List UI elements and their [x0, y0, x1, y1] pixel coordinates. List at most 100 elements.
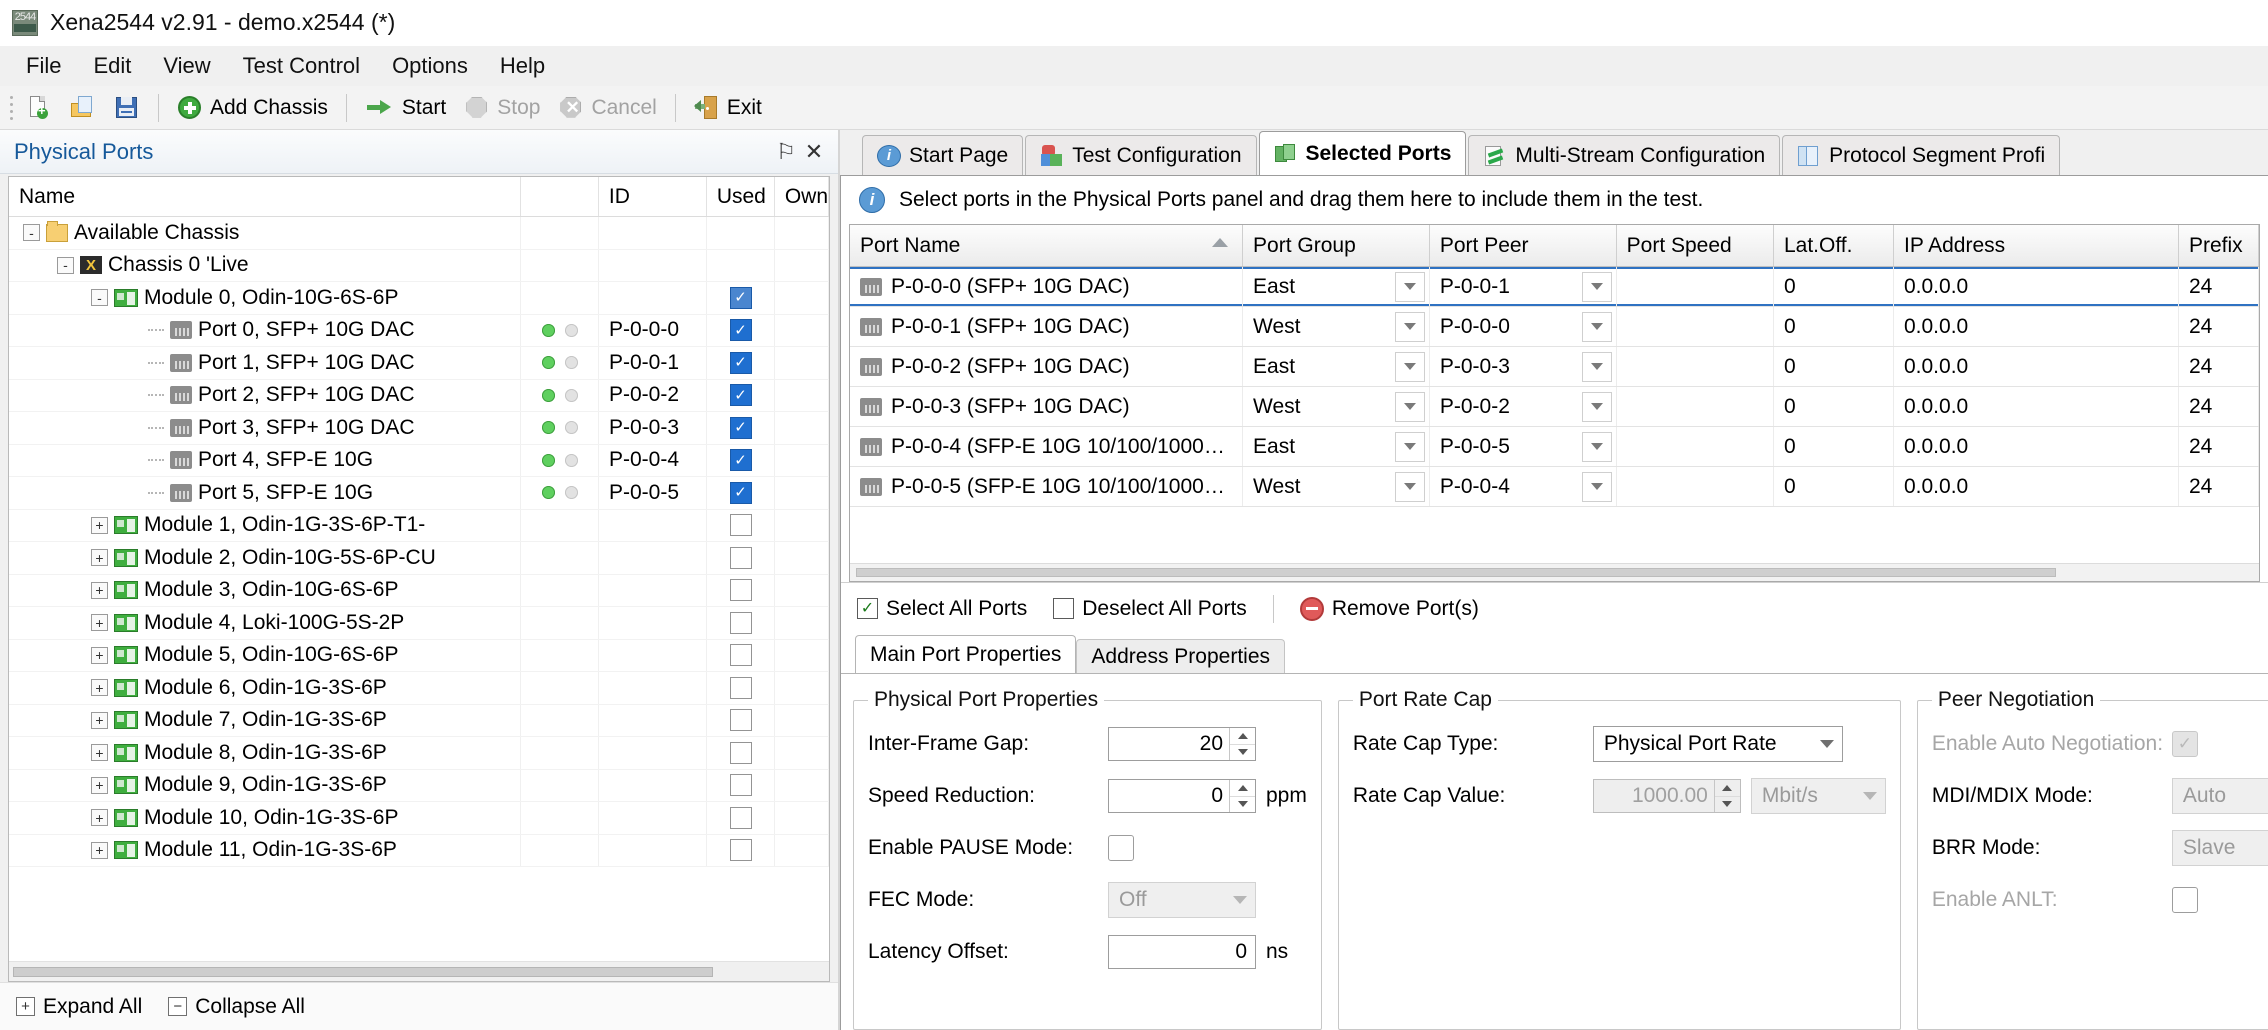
tab-selected-ports[interactable]: Selected Ports: [1258, 131, 1467, 175]
cell-ip-address[interactable]: 0.0.0.0: [1894, 347, 2179, 386]
menu-edit[interactable]: Edit: [77, 49, 147, 83]
cell-ip-address[interactable]: 0.0.0.0: [1894, 427, 2179, 466]
used-checkbox[interactable]: [729, 384, 752, 407]
tree-expander[interactable]: +: [91, 776, 108, 794]
used-checkbox[interactable]: [729, 709, 752, 732]
tree-row[interactable]: Port 3, SFP+ 10G DAC P-0-0-3: [9, 412, 829, 445]
rate-cap-unit-select[interactable]: Mbit/s: [1750, 778, 1886, 814]
port-peer-dropdown[interactable]: [1581, 351, 1612, 382]
tree-expander[interactable]: +: [91, 549, 108, 567]
cell-lat-off[interactable]: 0: [1774, 427, 1894, 466]
used-checkbox[interactable]: [729, 611, 752, 634]
used-checkbox[interactable]: [729, 286, 752, 309]
table-row[interactable]: P-0-0-5 (SFP-E 10G 10/100/1000… West P-0-0…: [850, 467, 2259, 507]
enable-auto-negotiation-checkbox[interactable]: [2171, 731, 2198, 757]
rate-cap-value-stepper[interactable]: 1000.00: [1592, 779, 1741, 813]
tab-protocol-segment-profile[interactable]: Protocol Segment Profi: [1782, 135, 2061, 175]
rate-cap-value-arrows[interactable]: [1713, 780, 1740, 812]
table-row[interactable]: P-0-0-3 (SFP+ 10G DAC) West P-0-0-2 0 0.0.0.…: [850, 387, 2259, 427]
cell-port-peer[interactable]: P-0-0-2: [1430, 387, 1617, 426]
tree-expander[interactable]: +: [91, 614, 108, 632]
new-file-button[interactable]: [18, 90, 60, 126]
cell-port-group[interactable]: East: [1243, 427, 1430, 466]
cell-port-peer[interactable]: P-0-0-3: [1430, 347, 1617, 386]
tree-col-owner[interactable]: Own: [775, 177, 829, 216]
tree-row[interactable]: + Module 11, Odin-1G-3S-6P: [9, 834, 829, 867]
cell-port-peer[interactable]: P-0-0-1: [1430, 267, 1617, 306]
cell-ip-address[interactable]: 0.0.0.0: [1894, 387, 2179, 426]
tree-row[interactable]: Port 4, SFP-E 10G P-0-0-4: [9, 444, 829, 477]
tree-row[interactable]: + Module 4, Loki-100G-5S-2P: [9, 607, 829, 640]
tree-expander[interactable]: -: [91, 289, 108, 307]
remove-ports-button[interactable]: Remove Port(s): [1299, 596, 1479, 621]
used-checkbox[interactable]: [729, 514, 752, 537]
cell-port-group[interactable]: West: [1243, 467, 1430, 506]
col-port-speed[interactable]: Port Speed: [1617, 225, 1774, 266]
enable-anlt-checkbox[interactable]: [2171, 887, 2198, 913]
tree-expander[interactable]: -: [23, 224, 40, 242]
inter-frame-gap-arrows[interactable]: [1229, 728, 1255, 760]
pin-icon[interactable]: ⚐: [772, 138, 800, 166]
used-checkbox[interactable]: [729, 579, 752, 602]
used-checkbox[interactable]: [729, 319, 752, 342]
used-checkbox[interactable]: [729, 416, 752, 439]
tree-expander[interactable]: +: [91, 841, 108, 859]
tree-row[interactable]: Port 0, SFP+ 10G DAC P-0-0-0: [9, 314, 829, 347]
tree-row[interactable]: + Module 2, Odin-10G-5S-6P-CU: [9, 542, 829, 575]
tree-expander[interactable]: +: [91, 679, 108, 697]
tree-row[interactable]: + Module 1, Odin-1G-3S-6P-T1-: [9, 509, 829, 542]
cell-prefix[interactable]: 24: [2179, 347, 2259, 386]
mdi-mdix-mode-select[interactable]: Auto: [2171, 778, 2268, 814]
tab-test-configuration[interactable]: Test Configuration: [1025, 135, 1257, 175]
stop-button[interactable]: Stop: [456, 90, 548, 126]
col-port-peer[interactable]: Port Peer: [1430, 225, 1617, 266]
tree-row[interactable]: - X Chassis 0 'Live: [9, 249, 829, 282]
save-file-button[interactable]: [106, 90, 148, 126]
cell-prefix[interactable]: 24: [2179, 427, 2259, 466]
exit-button[interactable]: Exit: [686, 90, 770, 126]
deselect-all-ports-button[interactable]: Deselect All Ports: [1053, 597, 1247, 621]
speed-reduction-arrows[interactable]: [1229, 780, 1255, 812]
tree-row[interactable]: - Module 0, Odin-10G-6S-6P: [9, 282, 829, 315]
toolbar-grip[interactable]: [6, 94, 16, 122]
cancel-button[interactable]: ✕ Cancel: [550, 90, 664, 126]
select-all-ports-button[interactable]: ✓ Select All Ports: [857, 597, 1027, 621]
tree-expander[interactable]: +: [91, 711, 108, 729]
port-group-dropdown[interactable]: [1394, 431, 1425, 462]
tree-row[interactable]: Port 1, SFP+ 10G DAC P-0-0-1: [9, 347, 829, 380]
expand-all-button[interactable]: + Expand All: [16, 995, 142, 1019]
col-ip-address[interactable]: IP Address: [1894, 225, 2179, 266]
col-port-group[interactable]: Port Group: [1243, 225, 1430, 266]
table-row[interactable]: P-0-0-4 (SFP-E 10G 10/100/1000… East P-0-0…: [850, 427, 2259, 467]
tree-col-used[interactable]: Used: [707, 177, 775, 216]
tree-expander[interactable]: +: [91, 744, 108, 762]
tree-expander[interactable]: +: [91, 581, 108, 599]
port-group-dropdown[interactable]: [1394, 471, 1425, 502]
cell-lat-off[interactable]: 0: [1774, 387, 1894, 426]
cell-port-peer[interactable]: P-0-0-0: [1430, 307, 1617, 346]
used-checkbox[interactable]: [729, 351, 752, 374]
port-peer-dropdown[interactable]: [1581, 311, 1612, 342]
cell-lat-off[interactable]: 0: [1774, 347, 1894, 386]
tree-row[interactable]: + Module 10, Odin-1G-3S-6P: [9, 802, 829, 835]
cell-lat-off[interactable]: 0: [1774, 267, 1894, 306]
tree-row[interactable]: + Module 3, Odin-10G-6S-6P: [9, 574, 829, 607]
port-group-dropdown[interactable]: [1394, 271, 1425, 302]
cell-ip-address[interactable]: 0.0.0.0: [1894, 467, 2179, 506]
grid-horizontal-scrollbar[interactable]: [850, 563, 2259, 581]
menu-help[interactable]: Help: [484, 49, 561, 83]
used-checkbox[interactable]: [729, 481, 752, 504]
table-row[interactable]: P-0-0-1 (SFP+ 10G DAC) West P-0-0-0 0 0.0.0.…: [850, 307, 2259, 347]
brr-mode-select[interactable]: Slave: [2171, 830, 2268, 866]
collapse-all-button[interactable]: − Collapse All: [168, 995, 305, 1019]
col-prefix[interactable]: Prefix: [2179, 225, 2259, 266]
speed-reduction-stepper[interactable]: 0: [1108, 779, 1256, 813]
tree-col-status[interactable]: [521, 177, 599, 216]
col-lat-off[interactable]: Lat.Off.: [1774, 225, 1894, 266]
used-checkbox[interactable]: [729, 806, 752, 829]
tree-row[interactable]: + Module 5, Odin-10G-6S-6P: [9, 639, 829, 672]
enable-pause-mode-checkbox[interactable]: [1108, 835, 1134, 861]
cell-prefix[interactable]: 24: [2179, 307, 2259, 346]
cell-lat-off[interactable]: 0: [1774, 307, 1894, 346]
tree-row[interactable]: + Module 8, Odin-1G-3S-6P: [9, 737, 829, 770]
